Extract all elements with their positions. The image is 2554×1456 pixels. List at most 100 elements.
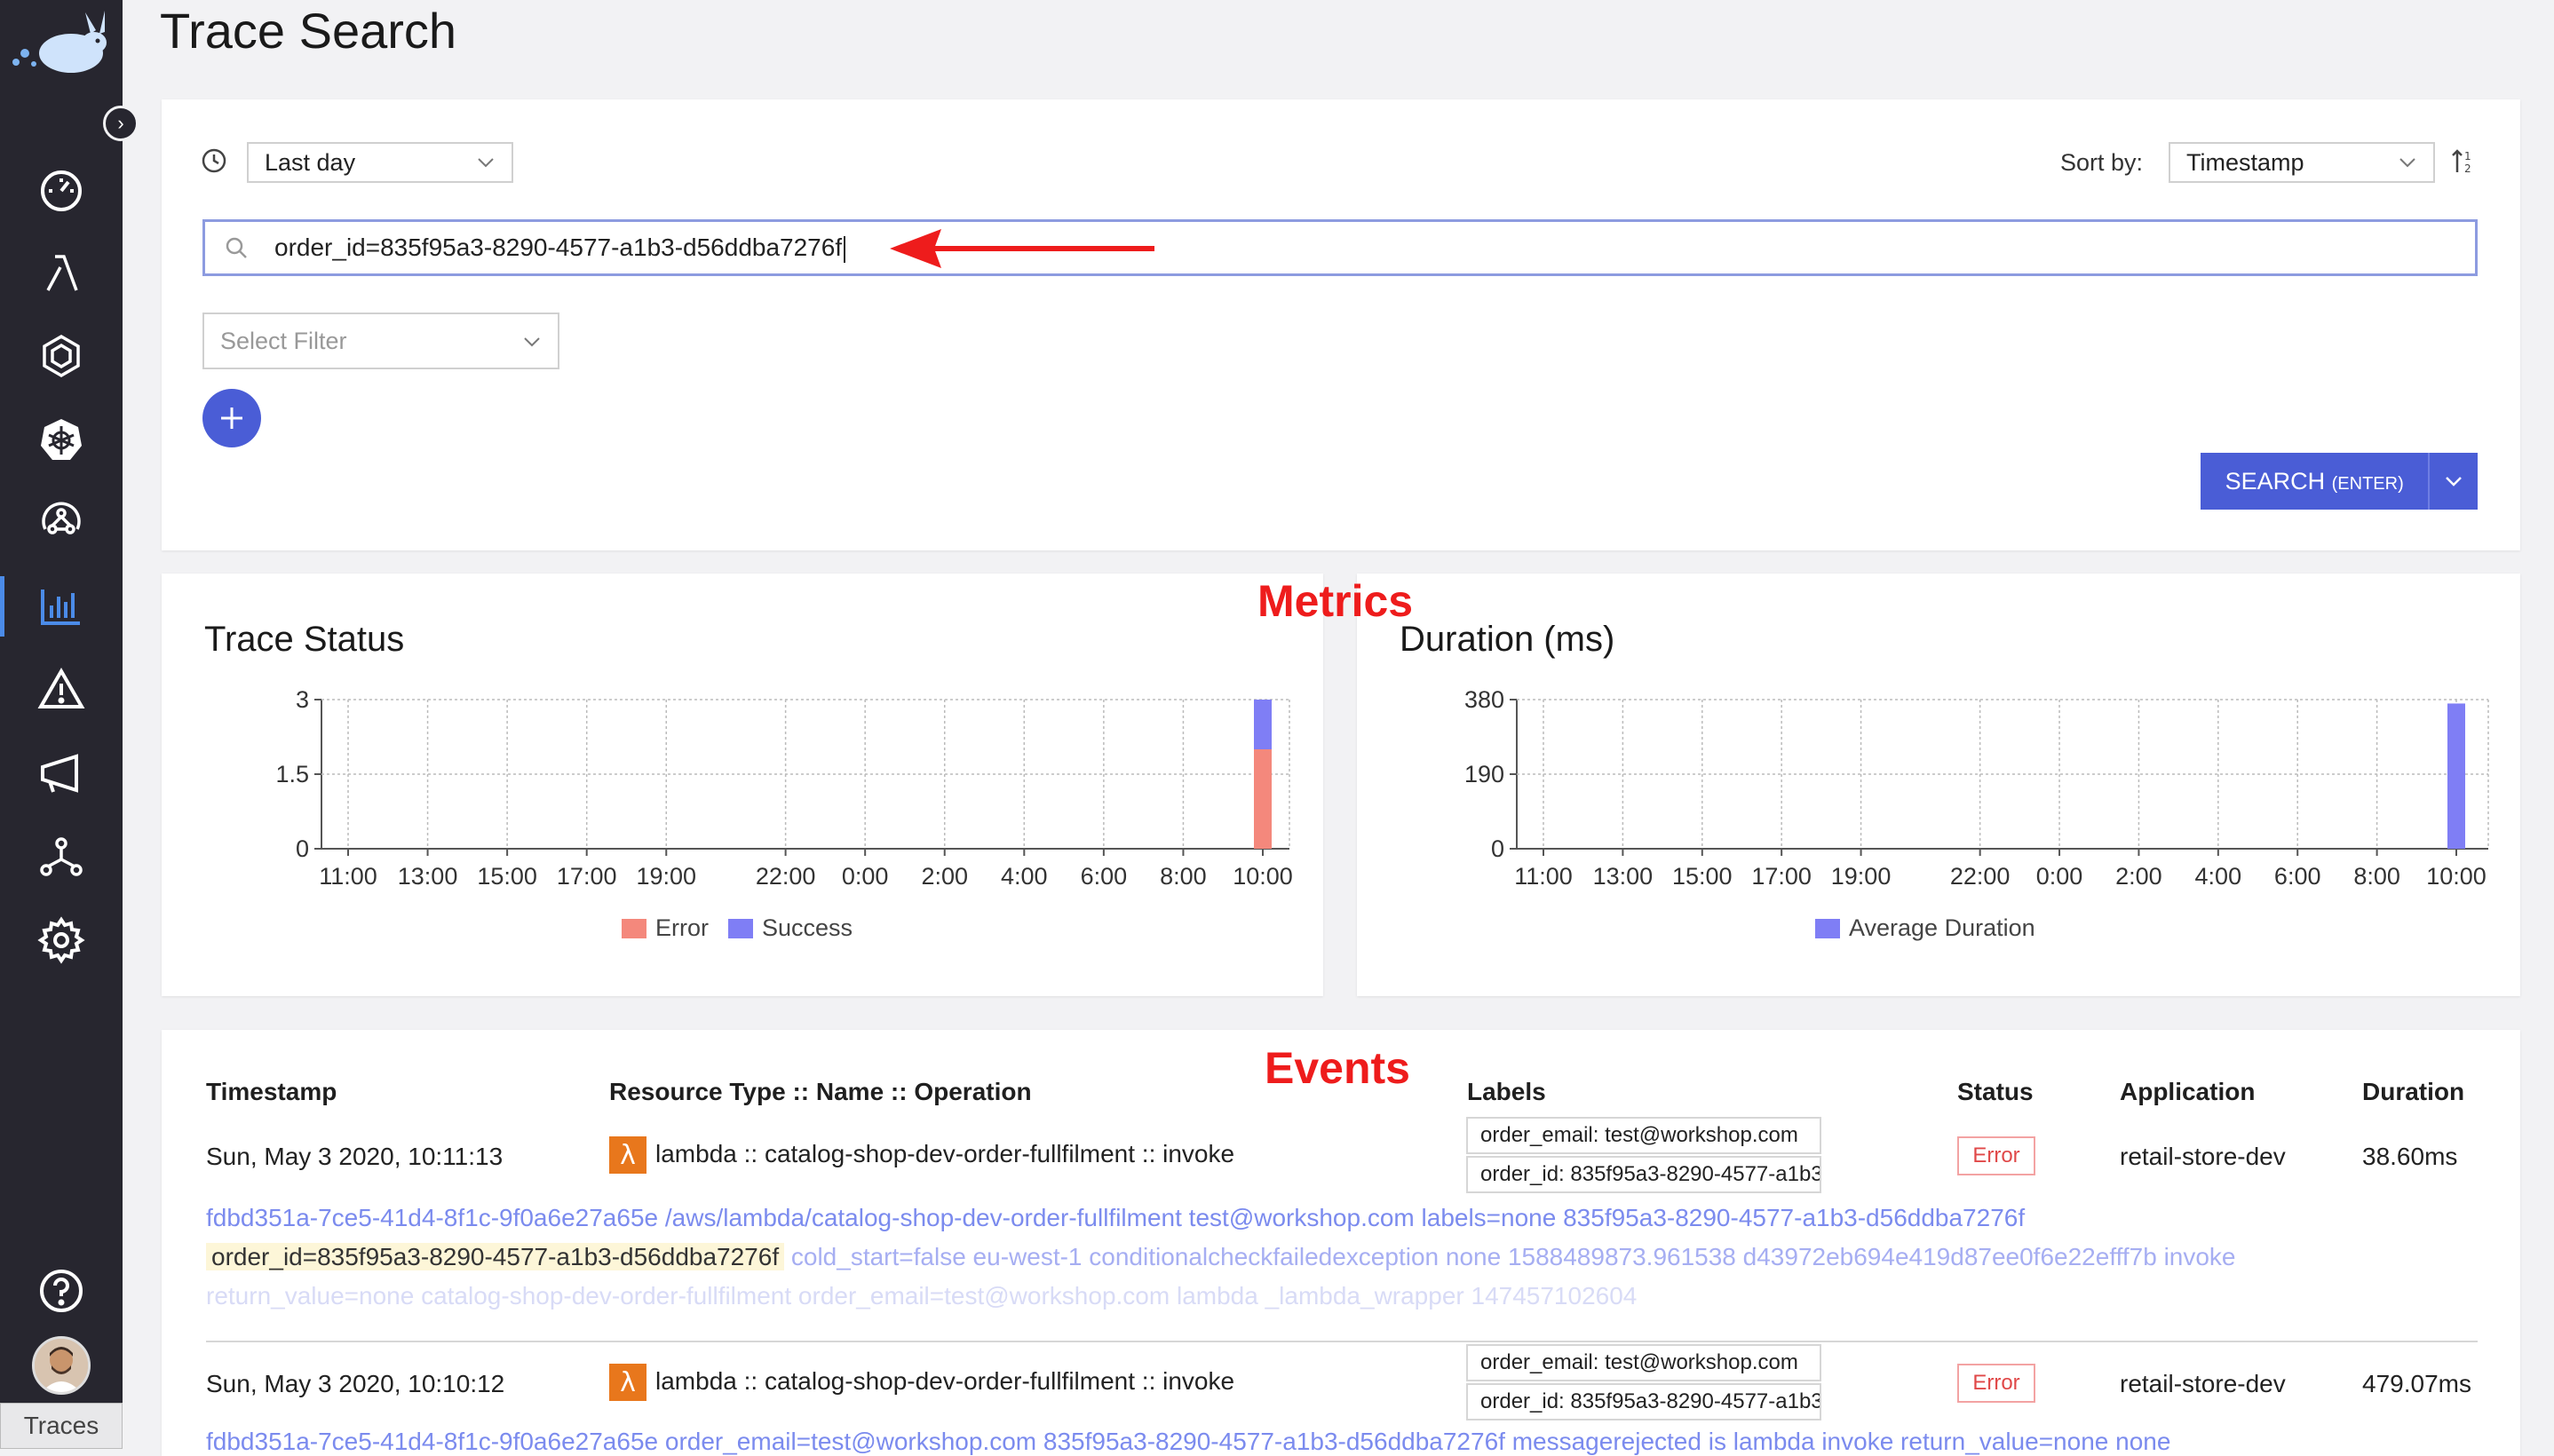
event-timestamp: Sun, May 3 2020, 10:11:13 bbox=[206, 1143, 504, 1170]
x-tick-label: 0:00 bbox=[2036, 863, 2083, 890]
hexagon-icon bbox=[43, 334, 80, 378]
column-header-timestamp[interactable]: Timestamp bbox=[206, 1078, 337, 1106]
legend-item-average-duration[interactable]: Average Duration bbox=[1815, 914, 2035, 942]
sidebar-item-settings[interactable] bbox=[0, 905, 123, 976]
gauge-icon bbox=[41, 170, 82, 211]
chevron-down-icon bbox=[524, 337, 540, 347]
search-button[interactable]: SEARCH (ENTER) bbox=[2201, 453, 2478, 510]
filter-select[interactable]: Select Filter bbox=[202, 313, 559, 369]
event-log-line[interactable]: fdbd351a-7ce5-41d4-8f1c-9f0a6e27a65e ord… bbox=[206, 1428, 2170, 1456]
bar-success bbox=[1254, 700, 1272, 749]
logo-icon[interactable] bbox=[9, 7, 114, 82]
status-badge: Error bbox=[1957, 1136, 2035, 1175]
sort-direction-icon[interactable]: 1 2 bbox=[2451, 147, 2478, 176]
event-log-line[interactable]: order_id=835f95a3-8290-4577-a1b3-d56ddba… bbox=[206, 1243, 2236, 1271]
svg-text:1: 1 bbox=[2464, 150, 2471, 162]
sidebar-item-traces[interactable] bbox=[0, 571, 123, 642]
metrics-annotation: Metrics bbox=[1257, 576, 1414, 626]
filter-placeholder: Select Filter bbox=[220, 327, 347, 354]
svg-text:2: 2 bbox=[2464, 162, 2471, 175]
column-header-status[interactable]: Status bbox=[1957, 1078, 2034, 1106]
avatar[interactable] bbox=[32, 1336, 91, 1395]
log-text: cold_start=false eu-west-1 conditionalch… bbox=[790, 1243, 2236, 1270]
chevron-down-icon bbox=[478, 158, 494, 168]
x-tick-label: 22:00 bbox=[1950, 863, 2011, 890]
bar-chart-icon bbox=[41, 590, 80, 625]
x-tick-label: 8:00 bbox=[2353, 863, 2400, 890]
search-options-button[interactable] bbox=[2428, 453, 2478, 510]
kubernetes-icon bbox=[41, 419, 82, 460]
event-log-line[interactable]: fdbd351a-7ce5-41d4-8f1c-9f0a6e27a65e /aw… bbox=[206, 1204, 2025, 1232]
chart-title: Duration (ms) bbox=[1400, 620, 1615, 659]
legend-label: Success bbox=[762, 914, 853, 941]
sort-dropdown[interactable]: Timestamp bbox=[2169, 142, 2435, 183]
legend-label: Average Duration bbox=[1849, 914, 2035, 941]
event-application: retail-store-dev bbox=[2120, 1370, 2286, 1397]
x-tick-label: 11:00 bbox=[319, 863, 377, 890]
duration-chart: 380 190 0 11:00 13:00 15:00 17:00 19:00 22:00 0:0… bbox=[1464, 686, 2489, 890]
gear-icon bbox=[37, 916, 85, 964]
sidebar-item-containers[interactable] bbox=[0, 320, 123, 392]
aws-lambda-icon: λ bbox=[609, 1136, 646, 1174]
legend-label: Error bbox=[655, 914, 709, 941]
x-tick-label: 6:00 bbox=[2274, 863, 2321, 890]
sidebar-item-functions[interactable] bbox=[0, 238, 123, 309]
x-tick-label: 13:00 bbox=[1593, 863, 1654, 890]
x-tick-label: 4:00 bbox=[1001, 863, 1048, 890]
search-button-label: SEARCH bbox=[2225, 467, 2326, 495]
sidebar-item-dashboard[interactable] bbox=[0, 155, 123, 226]
bar-average-duration bbox=[2447, 703, 2465, 849]
x-tick-label: 2:00 bbox=[921, 863, 968, 890]
y-tick-label: 0 bbox=[1491, 835, 1504, 862]
column-header-resource[interactable]: Resource Type :: Name :: Operation bbox=[609, 1078, 1032, 1106]
topology-icon bbox=[42, 502, 81, 534]
legend-item-error[interactable]: Error bbox=[622, 914, 709, 942]
warning-icon bbox=[37, 667, 85, 708]
label-chip[interactable]: order_email: test@workshop.com bbox=[1466, 1117, 1821, 1154]
time-range-dropdown[interactable]: Last day bbox=[247, 142, 513, 183]
sort-value: Timestamp bbox=[2186, 148, 2304, 176]
row-divider bbox=[206, 1341, 2478, 1342]
column-header-application[interactable]: Application bbox=[2120, 1078, 2255, 1106]
search-button-hint: (ENTER) bbox=[2331, 473, 2404, 494]
legend-swatch bbox=[1815, 918, 1840, 938]
event-duration: 479.07ms bbox=[2362, 1370, 2471, 1397]
column-header-labels[interactable]: Labels bbox=[1467, 1078, 1546, 1106]
sidebar-item-kubernetes[interactable] bbox=[0, 404, 123, 475]
chevron-down-icon bbox=[2399, 158, 2415, 168]
user-avatar-icon bbox=[35, 1339, 88, 1392]
sort-label: Sort by: bbox=[2060, 149, 2144, 176]
x-tick-label: 0:00 bbox=[842, 863, 889, 890]
event-log-line[interactable]: return_value=none catalog-shop-dev-order… bbox=[206, 1282, 1637, 1310]
sidebar-item-service-map[interactable] bbox=[0, 487, 123, 558]
label-chip[interactable]: order_email: test@workshop.com bbox=[1466, 1344, 1821, 1381]
x-tick-label: 13:00 bbox=[398, 863, 458, 890]
time-range-value: Last day bbox=[265, 148, 356, 176]
expand-sidebar-button[interactable]: › bbox=[103, 106, 139, 141]
search-input[interactable]: order_id=835f95a3-8290-4577-a1b3-d56ddba… bbox=[202, 219, 2478, 276]
add-filter-button[interactable] bbox=[202, 389, 261, 447]
event-duration: 38.60ms bbox=[2362, 1143, 2458, 1170]
search-icon bbox=[226, 237, 247, 258]
help-icon bbox=[40, 1270, 83, 1312]
legend-item-success[interactable]: Success bbox=[728, 914, 853, 942]
trace-status-chart: 3 1.5 0 11:00 13:00 15:00 17:00 19:00 22:00 0:00 2… bbox=[275, 686, 1292, 890]
legend-swatch bbox=[622, 918, 646, 938]
x-tick-label: 19:00 bbox=[636, 863, 696, 890]
sidebar-item-announcements[interactable] bbox=[0, 738, 123, 809]
annotation-arrow-icon bbox=[890, 229, 1154, 268]
label-chip[interactable]: order_id: 835f95a3-8290-4577-a1b3-d56ddb… bbox=[1466, 1156, 1821, 1193]
x-tick-label: 17:00 bbox=[1751, 863, 1812, 890]
sidebar-item-alerts[interactable] bbox=[0, 654, 123, 725]
sidebar-item-integrations[interactable] bbox=[0, 821, 123, 892]
help-button[interactable] bbox=[0, 1255, 123, 1326]
column-header-duration[interactable]: Duration bbox=[2362, 1078, 2464, 1106]
log-highlight: order_id=835f95a3-8290-4577-a1b3-d56ddba… bbox=[206, 1243, 785, 1270]
clock-icon bbox=[202, 148, 226, 173]
events-annotation: Events bbox=[1265, 1043, 1410, 1093]
legend-swatch bbox=[728, 918, 753, 938]
label-chip[interactable]: order_id: 835f95a3-8290-4577-a1b3-d56ddb… bbox=[1466, 1383, 1821, 1420]
plus-icon bbox=[221, 408, 242, 429]
lambda-icon bbox=[46, 255, 78, 291]
bar-error bbox=[1254, 749, 1272, 849]
